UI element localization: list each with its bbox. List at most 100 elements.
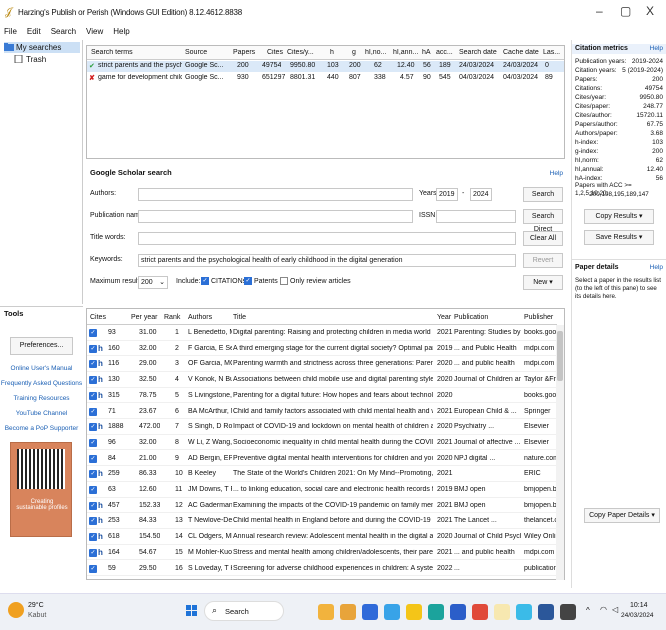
row-checkbox[interactable]: ✓ — [89, 391, 97, 400]
table-row[interactable]: ✘ game for development childre... Google… — [87, 73, 564, 84]
row-checkbox[interactable]: ✓ — [89, 329, 97, 337]
volume-icon[interactable]: ◁ — [612, 605, 618, 614]
row-checkbox[interactable]: ✓ — [89, 360, 97, 369]
year-from-field[interactable]: 2019 — [436, 188, 458, 201]
col-ha[interactable]: hA — [422, 49, 431, 56]
tray-chevron-icon[interactable]: ^ — [586, 606, 590, 615]
row-checkbox[interactable]: ✓ — [89, 533, 97, 542]
preferences-button[interactable]: Preferences... — [10, 337, 73, 355]
table-row[interactable]: ✓h25384.3313T Newlove-Delgad...Child men… — [87, 514, 557, 529]
row-checkbox[interactable]: ✓ — [89, 501, 97, 510]
copy-results-button[interactable]: Copy Results ▾ — [584, 209, 654, 224]
app-icon[interactable] — [362, 604, 378, 620]
minimize-button[interactable]: – — [596, 4, 603, 18]
table-row[interactable]: ✓h457152.3312AC Gadermann, K...Examining… — [87, 499, 557, 514]
title-words-field[interactable] — [138, 232, 516, 245]
table-row[interactable]: ✓6312.6011JM Downs, T Ford,...... to lin… — [87, 483, 557, 498]
table-row[interactable]: ✓9331.001L Benedetto, M In...Digital par… — [87, 326, 557, 341]
col-cites-year[interactable]: Cites/y... — [287, 49, 314, 56]
table-row[interactable]: ✓h13032.504V Konok, N Bunfo...Associatio… — [87, 373, 557, 388]
menu-search[interactable]: Search — [51, 27, 76, 36]
col-year[interactable]: Year — [437, 314, 451, 321]
app-icon[interactable] — [472, 604, 488, 620]
copy-paper-details-button[interactable]: Copy Paper Details ▾ — [584, 508, 660, 523]
weather-icon[interactable] — [8, 602, 24, 618]
row-checkbox[interactable]: ✓ — [89, 438, 97, 447]
tree-item-trash[interactable]: Trash — [14, 54, 46, 65]
revert-button[interactable]: Revert — [523, 253, 563, 268]
book-cover-image[interactable]: Creating sustainable profiles — [10, 442, 72, 537]
col-acc[interactable]: acc... — [436, 49, 453, 56]
menu-view[interactable]: View — [86, 27, 103, 36]
link-youtube-channel[interactable]: YouTube Channel — [0, 410, 83, 417]
publication-field[interactable] — [138, 210, 413, 223]
link-become-supporter[interactable]: Become a PoP Supporter — [0, 425, 83, 432]
maximize-button[interactable]: ▢ — [620, 4, 631, 18]
search-direct-button[interactable]: Search Direct — [523, 209, 563, 233]
row-checkbox[interactable]: ✓ — [89, 407, 97, 416]
col-title[interactable]: Title — [233, 314, 246, 321]
col-cites[interactable]: Cites — [90, 314, 106, 321]
menu-edit[interactable]: Edit — [27, 27, 41, 36]
app-icon[interactable] — [516, 604, 532, 620]
col-source[interactable]: Source — [185, 49, 207, 56]
keywords-field[interactable]: strict parents and the psychological hea… — [138, 254, 516, 267]
clear-all-button[interactable]: Clear All — [523, 231, 563, 246]
scrollbar-thumb[interactable] — [557, 331, 563, 381]
col-cites[interactable]: Cites — [267, 49, 283, 56]
menu-file[interactable]: File — [4, 27, 17, 36]
row-checkbox[interactable]: ✓ — [89, 517, 97, 526]
search-button[interactable]: Search — [523, 187, 563, 202]
row-checkbox[interactable]: ✓ — [89, 548, 97, 557]
col-h[interactable]: h — [330, 49, 334, 56]
row-checkbox[interactable]: ✓ — [89, 376, 97, 385]
metrics-help-link[interactable]: Help — [650, 45, 663, 52]
col-hi-annual[interactable]: hI,ann... — [393, 49, 418, 56]
widgets-icon[interactable] — [318, 604, 334, 620]
col-search-date[interactable]: Search date — [459, 49, 497, 56]
table-row[interactable]: ✓h618154.5014CL Odgers, MR Je...Annual r… — [87, 530, 557, 545]
table-row[interactable]: ✓7123.676BA McArthur, N R...Child and fa… — [87, 405, 557, 419]
table-row[interactable]: ✓h1888472.007S Singh, D Roy, K ...Impact… — [87, 420, 557, 435]
save-results-button[interactable]: Save Results ▾ — [584, 230, 654, 245]
patents-checkbox[interactable]: ✓ — [244, 277, 252, 285]
max-results-select[interactable]: 200 ⌄ — [138, 276, 168, 289]
col-publisher[interactable]: Publisher — [524, 314, 553, 321]
table-row[interactable]: ✓9632.008W Li, Z Wang, G ...Socioeconomi… — [87, 436, 557, 451]
row-checkbox[interactable]: ✓ — [89, 423, 97, 432]
row-checkbox[interactable]: ✓ — [89, 564, 97, 573]
paper-details-help-link[interactable]: Help — [650, 264, 663, 271]
table-row[interactable]: ✓8421.009AD Bergin, EP Vall...Preventive… — [87, 452, 557, 467]
table-row[interactable]: ✓5929.5016S Loveday, T Hall, ...Screenin… — [87, 562, 557, 576]
link-users-manual[interactable]: Online User's Manual — [0, 365, 83, 372]
taskbar-search[interactable]: ⌕ Search — [204, 601, 284, 621]
col-hi-norm[interactable]: hI,no... — [365, 49, 386, 56]
app-icon[interactable] — [384, 604, 400, 620]
network-icon[interactable]: ◠ — [600, 605, 607, 614]
review-checkbox[interactable] — [280, 277, 288, 285]
link-faq[interactable]: Frequently Asked Questions — [0, 380, 83, 387]
tree-item-my-searches[interactable]: My searches — [4, 42, 80, 53]
link-training-resources[interactable]: Training Resources — [0, 395, 83, 402]
col-last[interactable]: Las... — [543, 49, 560, 56]
row-checkbox[interactable]: ✓ — [89, 454, 97, 463]
file-explorer-icon[interactable] — [406, 604, 422, 620]
table-row[interactable]: ✓h16454.6715M Mohler-Kuo, S ...Stress an… — [87, 546, 557, 561]
authors-field[interactable] — [138, 188, 413, 201]
clock-time[interactable]: 10:14 — [630, 602, 648, 609]
app-icon[interactable] — [560, 604, 576, 620]
col-per-year[interactable]: Per year — [131, 314, 157, 321]
app-icon[interactable] — [450, 604, 466, 620]
table-row[interactable]: ✔ strict parents and the psycholo... Goo… — [87, 61, 564, 72]
row-checkbox[interactable]: ✓ — [89, 486, 97, 494]
gs-help-link[interactable]: Help — [550, 170, 563, 177]
table-row[interactable]: ✓h31578.755S Livingstone, A Bl...Parenti… — [87, 389, 557, 404]
col-authors[interactable]: Authors — [188, 314, 212, 321]
word-icon[interactable] — [538, 604, 554, 620]
windows-start-icon[interactable] — [186, 605, 198, 617]
citations-checkbox[interactable]: ✓ — [201, 277, 209, 285]
edge-icon[interactable] — [428, 604, 444, 620]
table-row[interactable]: ✓ h 259 86.33 10 B Keeley The State of the Wor… — [87, 467, 557, 482]
col-g[interactable]: g — [352, 49, 356, 56]
col-rank[interactable]: Rank — [164, 314, 180, 321]
